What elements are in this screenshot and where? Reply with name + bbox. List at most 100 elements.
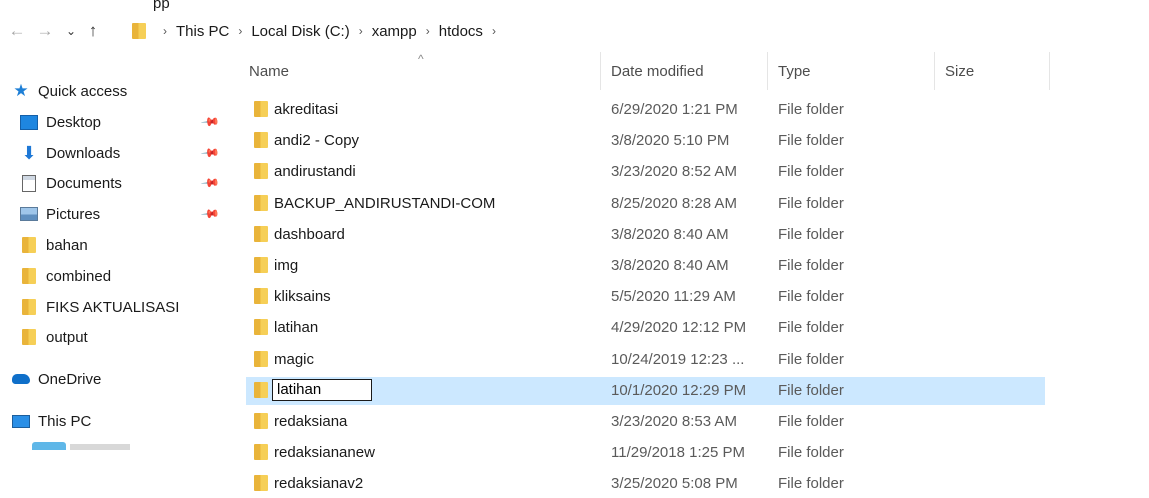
column-divider[interactable] (1049, 52, 1050, 90)
forward-button[interactable]: → (34, 20, 56, 42)
sidebar-item-label: Documents (46, 174, 122, 192)
date-modified: 6/29/2020 1:21 PM (611, 101, 738, 118)
column-header-name[interactable]: Name (249, 52, 289, 90)
file-name: kliksains (274, 288, 331, 306)
date-modified: 3/8/2020 5:10 PM (611, 132, 730, 150)
chevron-right-icon[interactable]: › (420, 24, 436, 38)
file-row[interactable]: akreditasi 6/29/2020 1:21 PM File folder (246, 96, 1045, 124)
file-row[interactable]: redaksianav2 3/25/2020 5:08 PM File folder (246, 470, 1045, 498)
sidebar-item-bahan[interactable]: bahan (20, 232, 88, 258)
breadcrumb-this-pc[interactable]: This PC (173, 23, 232, 40)
chevron-right-icon[interactable]: › (232, 24, 248, 38)
date-modified: 4/29/2020 12:12 PM (611, 319, 747, 337)
navigation-pane: ★ Quick access Desktop 📌 ⬇ Downloads 📌 D… (0, 70, 222, 454)
file-type: File folder (778, 132, 844, 150)
date-modified: 3/8/2020 8:40 AM (611, 257, 729, 274)
date-modified: 3/25/2020 5:08 PM (611, 475, 738, 493)
pin-icon[interactable]: 📌 (200, 173, 220, 193)
desktop-icon (20, 114, 38, 130)
column-divider[interactable] (600, 52, 601, 90)
folder-icon (254, 288, 268, 305)
date-modified: 10/24/2019 12:23 ... (611, 350, 745, 368)
file-name: redaksianav2 (274, 475, 364, 493)
cloud-icon (12, 371, 30, 387)
sidebar-item-downloads[interactable]: ⬇ Downloads (20, 140, 120, 166)
date-modified: 3/23/2020 8:52 AM (611, 163, 737, 181)
file-name: redaksiananew (274, 444, 375, 462)
rename-input[interactable] (272, 378, 372, 401)
file-row[interactable]: magic 10/24/2019 12:23 ... File folder (246, 346, 1045, 374)
sidebar-item-onedrive[interactable]: OneDrive (12, 366, 101, 392)
file-row[interactable]: latihan 4/29/2020 12:12 PM File folder (246, 314, 1045, 342)
breadcrumb-htdocs[interactable]: htdocs (436, 23, 486, 40)
file-type: File folder (778, 225, 844, 243)
sidebar-item-quick-access[interactable]: ★ Quick access (12, 78, 127, 104)
file-row[interactable]: kliksains 5/5/2020 11:29 AM File folder (246, 283, 1045, 311)
download-icon: ⬇ (21, 142, 37, 163)
date-modified: 5/5/2020 11:29 AM (611, 288, 736, 306)
date-modified: 3/23/2020 8:53 AM (611, 413, 737, 430)
date-modified: 11/29/2018 1:25 PM (611, 444, 745, 462)
file-row[interactable]: 10/1/2020 12:29 PM File folder (246, 376, 1045, 405)
file-row[interactable]: dashboard 3/8/2020 8:40 AM File folder (246, 221, 1045, 249)
drive-icon (32, 442, 66, 450)
chevron-down-icon: ⌄ (65, 24, 77, 38)
address-bar: ← → ⌄ ↑ › This PC › Local Disk (C:) › xa… (0, 14, 1149, 48)
sidebar-item-output[interactable]: output (20, 324, 88, 350)
sidebar-item-documents[interactable]: Documents (20, 170, 122, 196)
folder-icon (254, 101, 268, 117)
folder-icon (254, 475, 268, 492)
folder-icon (20, 329, 38, 345)
pin-icon[interactable]: 📌 (200, 143, 220, 163)
file-row[interactable]: redaksiana 3/23/2020 8:53 AM File folder (246, 408, 1045, 436)
file-type: File folder (778, 163, 844, 181)
star-icon: ★ (13, 81, 29, 100)
file-type: File folder (778, 319, 844, 337)
file-type: File folder (778, 288, 844, 306)
sidebar-item-fiks-aktualisasi[interactable]: FIKS AKTUALISASI (20, 294, 179, 320)
sidebar-item-label: bahan (46, 236, 88, 254)
sidebar-item-combined[interactable]: combined (20, 263, 111, 289)
folder-icon (254, 225, 268, 242)
sidebar-item-pictures[interactable]: Pictures (20, 201, 100, 227)
arrow-left-icon: ← (8, 21, 26, 40)
folder-icon (132, 23, 146, 39)
file-row[interactable]: redaksiananew 11/29/2018 1:25 PM File fold… (246, 439, 1045, 467)
column-divider[interactable] (767, 52, 768, 90)
file-row[interactable]: andi2 - Copy 3/8/2020 5:10 PM File folder (246, 127, 1045, 155)
chevron-right-icon[interactable]: › (486, 24, 502, 38)
file-row[interactable]: andirustandi 3/23/2020 8:52 AM File folder (246, 158, 1045, 186)
recent-locations-button[interactable]: ⌄ (60, 20, 82, 42)
column-header-size[interactable]: Size (945, 52, 974, 90)
sidebar-item-this-pc[interactable]: This PC (12, 408, 91, 434)
arrow-right-icon: → (36, 21, 54, 40)
sidebar-item-label: FIKS AKTUALISASI (46, 298, 180, 316)
breadcrumb-xampp[interactable]: xampp (369, 23, 420, 40)
folder-icon (254, 350, 268, 367)
folder-icon (20, 299, 38, 315)
file-name: magic (274, 350, 315, 368)
folder-icon (254, 163, 268, 180)
pin-icon[interactable]: 📌 (200, 112, 220, 132)
column-header-date[interactable]: Date modified (611, 52, 704, 90)
up-button[interactable]: ↑ (82, 20, 104, 42)
folder-icon (254, 444, 268, 461)
folder-icon (254, 194, 268, 211)
sidebar-item-desktop[interactable]: Desktop (20, 109, 101, 135)
file-row[interactable]: img 3/8/2020 8:40 AM File folder (246, 252, 1045, 280)
column-header-type[interactable]: Type (778, 52, 811, 90)
file-name: BACKUP_ANDIRUSTANDI-COM (274, 194, 496, 212)
pin-icon[interactable]: 📌 (200, 204, 220, 224)
sidebar-item-label: output (46, 328, 88, 346)
back-button[interactable]: ← (6, 20, 28, 42)
folder-icon (254, 132, 268, 149)
sidebar-item-label: Quick access (38, 82, 128, 100)
file-type: File folder (778, 194, 844, 212)
column-divider[interactable] (934, 52, 935, 90)
breadcrumb: › This PC › Local Disk (C:) › xampp › ht… (157, 18, 502, 44)
chevron-right-icon[interactable]: › (353, 24, 369, 38)
breadcrumb-local-disk[interactable]: Local Disk (C:) (248, 23, 352, 40)
sidebar-item-label: combined (46, 267, 112, 285)
file-row[interactable]: BACKUP_ANDIRUSTANDI-COM 8/25/2020 8:28 AM… (246, 190, 1045, 218)
folder-icon (254, 257, 268, 273)
